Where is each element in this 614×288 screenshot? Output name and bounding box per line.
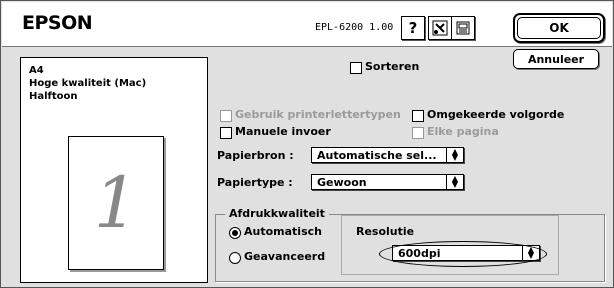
advanced-label: Geavanceerd: [244, 250, 326, 263]
page-number: 1: [93, 162, 139, 244]
summary-quality: Hoge kwaliteit (Mac): [29, 78, 147, 89]
paper-type-value: Gewoon: [317, 176, 367, 189]
print-dialog: EPSON EPL-6200 1.00 ? OK Annuleer A4 Hog…: [0, 0, 614, 288]
layout-button[interactable]: [451, 16, 475, 40]
printer-fonts-checkbox: [220, 110, 232, 122]
page-preview: 1: [68, 136, 164, 270]
highlight-ellipse: [379, 241, 547, 267]
help-icon: ?: [408, 19, 418, 37]
automatic-label: Automatisch: [244, 225, 322, 238]
summary-paper-size: A4: [29, 65, 44, 76]
ok-button[interactable]: OK: [513, 13, 605, 43]
automatic-radio[interactable]: [229, 227, 241, 239]
manual-feed-checkbox[interactable]: [220, 127, 232, 139]
advanced-radio[interactable]: [229, 252, 241, 264]
reverse-order-checkbox[interactable]: [412, 110, 424, 122]
paper-source-select[interactable]: Automatische sel... ▲ ▼: [311, 147, 464, 163]
print-quality-title: Afdrukkwaliteit: [225, 207, 329, 220]
sort-label: Sorteren: [365, 60, 420, 73]
stepper-arrows-icon: ▲ ▼: [446, 175, 463, 189]
manual-feed-label: Manuele invoer: [235, 125, 331, 138]
model-version: EPL-6200 1.00: [315, 22, 394, 33]
summary-halftone: Halftoon: [29, 91, 78, 102]
utility-button[interactable]: [428, 16, 452, 40]
cancel-button-label: Annuleer: [527, 52, 585, 66]
epson-logo: EPSON: [22, 12, 93, 34]
each-page-checkbox: [412, 127, 424, 139]
settings-summary-panel: A4 Hoge kwaliteit (Mac) Halftoon 1: [20, 57, 208, 283]
each-page-label: Elke pagina: [427, 125, 499, 138]
ok-button-border: [517, 17, 601, 39]
printer-fonts-label: Gebruik printerlettertypen: [235, 108, 401, 121]
paper-source-value: Automatische sel...: [317, 149, 437, 162]
paper-type-select[interactable]: Gewoon ▲ ▼: [311, 174, 464, 190]
cancel-button[interactable]: Annuleer: [513, 49, 599, 69]
tools-icon: [432, 20, 448, 36]
paper-source-label: Papierbron :: [217, 149, 294, 162]
reverse-order-label: Omgekeerde volgorde: [427, 108, 565, 121]
resolution-label: Resolutie: [356, 225, 415, 238]
printer-settings-icon: [456, 21, 470, 35]
sort-checkbox[interactable]: [350, 62, 362, 74]
help-button[interactable]: ?: [401, 16, 425, 40]
paper-type-label: Papiertype :: [217, 176, 293, 189]
stepper-arrows-icon: ▲ ▼: [446, 148, 463, 162]
